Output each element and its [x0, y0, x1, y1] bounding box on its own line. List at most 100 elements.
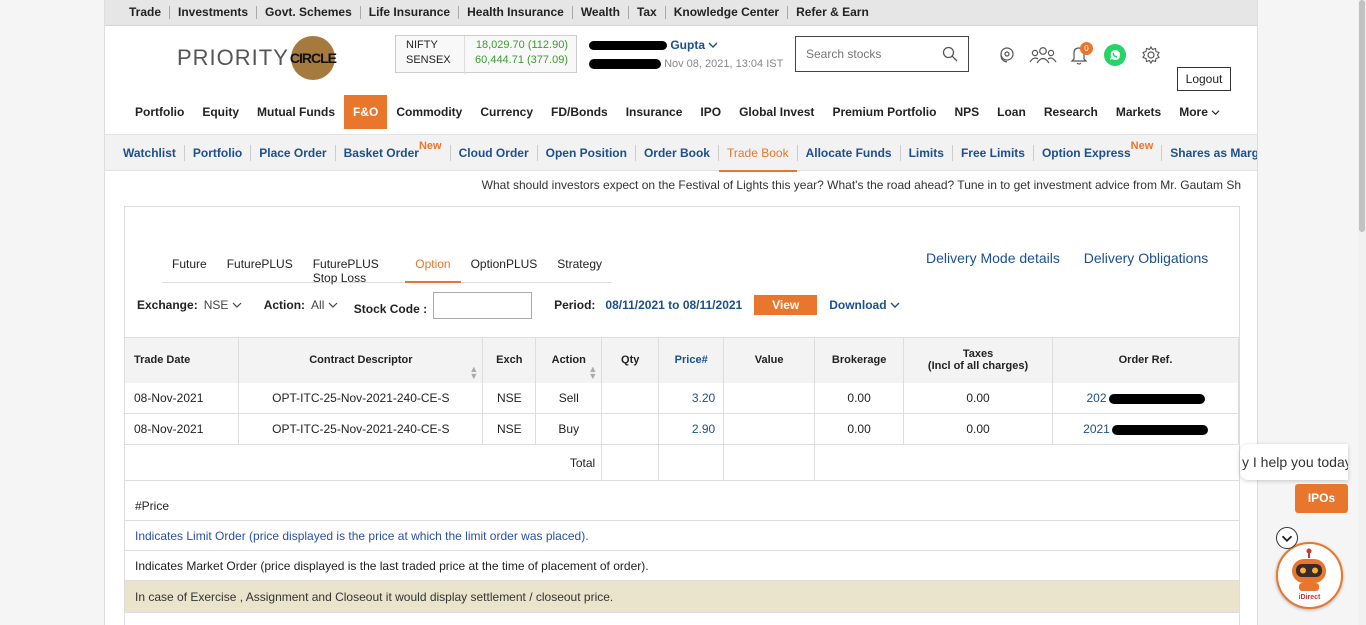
market-order-note: Indicates Market Order (price displayed …: [125, 551, 1239, 581]
stock-code-input[interactable]: [433, 291, 533, 319]
tab-optionplus[interactable]: OptionPLUS: [461, 257, 548, 283]
chevron-down-icon: [890, 302, 900, 308]
page-scrollbar[interactable]: [1358, 0, 1366, 625]
tab-strategy[interactable]: Strategy: [547, 257, 612, 283]
table-row: 08-Nov-2021 OPT-ITC-25-Nov-2021-240-CE-S…: [125, 382, 1239, 414]
col-order-ref[interactable]: Order Ref.: [1052, 337, 1239, 383]
col-taxes[interactable]: Taxes (Incl of all charges): [903, 337, 1054, 383]
product-tabs: Future FuturePLUS FuturePLUS Stop Loss O…: [162, 257, 612, 285]
nav-nps[interactable]: NPS: [945, 95, 988, 129]
sort-icon[interactable]: ▲ ▼: [588, 364, 597, 380]
nav-loan[interactable]: Loan: [988, 95, 1035, 129]
subnav-cloud-order[interactable]: Cloud Order: [451, 144, 538, 161]
gear-icon[interactable]: [1133, 42, 1169, 68]
topnav-govt-schemes[interactable]: Govt. Schemes: [257, 6, 361, 19]
subnav-allocate-funds[interactable]: Allocate Funds: [798, 144, 901, 161]
topnav-knowledge-center[interactable]: Knowledge Center: [666, 6, 789, 19]
subnav-option-express[interactable]: Option ExpressNew: [1034, 140, 1163, 161]
user-menu[interactable]: Gupta Nov 08, 2021, 13:04 IST: [589, 38, 783, 70]
price-note: #Price: [125, 491, 1239, 521]
header: PRIORITY CIRCLE NIFTY 18,029.70 (112.90)…: [105, 26, 1257, 91]
cell-brokerage: 0.00: [814, 413, 905, 445]
col-trade-date[interactable]: Trade Date: [125, 337, 240, 383]
topnav-life-insurance[interactable]: Life Insurance: [361, 6, 460, 19]
subnav-place-order[interactable]: Place Order: [251, 144, 336, 161]
nav-research[interactable]: Research: [1035, 95, 1107, 129]
notification-badge: 0: [1080, 42, 1093, 55]
logo[interactable]: PRIORITY CIRCLE: [177, 36, 337, 80]
subnav-order-book[interactable]: Order Book: [636, 144, 719, 161]
nav-premium-portfolio[interactable]: Premium Portfolio: [823, 95, 945, 129]
nav-currency[interactable]: Currency: [471, 95, 542, 129]
topnav-health-insurance[interactable]: Health Insurance: [459, 6, 573, 19]
nav-mutual-funds[interactable]: Mutual Funds: [248, 95, 344, 129]
nav-more[interactable]: More: [1170, 95, 1229, 129]
exchange-select[interactable]: NSE: [204, 298, 242, 312]
topnav-refer-earn[interactable]: Refer & Earn: [788, 6, 877, 19]
redacted-ref: [1111, 424, 1208, 435]
search-icon[interactable]: [942, 46, 958, 62]
delivery-obligations-link[interactable]: Delivery Obligations: [1084, 250, 1209, 266]
news-ticker[interactable]: What should investors expect on the Fest…: [482, 178, 1241, 192]
community-icon[interactable]: [1025, 42, 1061, 68]
market-indices: NIFTY 18,029.70 (112.90) SENSEX 60,444.7…: [395, 35, 577, 74]
topnav-investments[interactable]: Investments: [170, 6, 258, 19]
topnav-wealth[interactable]: Wealth: [573, 6, 629, 19]
cell-taxes: 0.00: [903, 413, 1054, 445]
period-value[interactable]: 08/11/2021 to 08/11/2021: [605, 298, 742, 312]
exercise-note: In case of Exercise , Assignment and Clo…: [125, 581, 1239, 613]
nav-markets[interactable]: Markets: [1107, 95, 1170, 129]
cell-order-ref[interactable]: 2021: [1052, 413, 1239, 445]
subnav-open-position[interactable]: Open Position: [538, 144, 636, 161]
cell-qty: [601, 413, 660, 445]
subnav-trade-book[interactable]: Trade Book: [718, 144, 798, 172]
chat-collapse-button[interactable]: [1276, 527, 1298, 549]
bell-icon[interactable]: 0: [1061, 42, 1097, 68]
cell-order-ref[interactable]: 202: [1052, 382, 1239, 414]
cell-action: Sell: [535, 382, 603, 414]
col-price[interactable]: Price#: [658, 337, 725, 383]
col-value[interactable]: Value: [723, 337, 816, 383]
nav-fno[interactable]: F&O: [344, 95, 388, 129]
logout-button[interactable]: Logout: [1177, 67, 1231, 91]
whatsapp-icon[interactable]: [1097, 42, 1133, 68]
tab-option[interactable]: Option: [405, 257, 461, 283]
subnav-portfolio[interactable]: Portfolio: [185, 144, 252, 161]
redacted-info: [589, 59, 661, 70]
col-exch[interactable]: Exch: [482, 337, 537, 383]
search-input[interactable]: [796, 37, 936, 71]
subnav-limits[interactable]: Limits: [901, 144, 953, 161]
col-action[interactable]: Action ▲ ▼: [535, 337, 603, 383]
tab-futureplus-stop-loss[interactable]: FuturePLUS Stop Loss: [303, 257, 406, 285]
subnav-shares-as-margin[interactable]: Shares as Margin: [1162, 145, 1257, 161]
tab-futureplus[interactable]: FuturePLUS: [217, 257, 303, 283]
subnav-free-limits[interactable]: Free Limits: [953, 144, 1034, 161]
view-button[interactable]: View: [754, 295, 818, 315]
nav-ipo[interactable]: IPO: [691, 95, 730, 129]
total-label: Total: [535, 444, 603, 481]
col-qty[interactable]: Qty: [601, 337, 660, 383]
chatbot-launcher[interactable]: iDirect: [1276, 542, 1343, 609]
download-button[interactable]: Download: [829, 298, 900, 312]
nav-global-invest[interactable]: Global Invest: [730, 95, 823, 129]
redacted-ref: [1108, 393, 1205, 404]
sort-icon[interactable]: ▲ ▼: [469, 364, 478, 380]
chat-bubble[interactable]: y I help you today: [1240, 444, 1348, 480]
tab-future[interactable]: Future: [162, 257, 217, 283]
col-contract-descriptor[interactable]: Contract Descriptor ▲ ▼: [238, 337, 484, 383]
col-brokerage[interactable]: Brokerage: [814, 337, 905, 383]
action-select[interactable]: All: [311, 298, 338, 312]
nav-insurance[interactable]: Insurance: [617, 95, 692, 129]
nav-fd-bonds[interactable]: FD/Bonds: [542, 95, 617, 129]
nav-equity[interactable]: Equity: [193, 95, 248, 129]
subnav-basket-order[interactable]: Basket OrderNew: [336, 140, 451, 161]
support-icon[interactable]: [989, 42, 1025, 68]
nav-commodity[interactable]: Commodity: [387, 95, 471, 129]
nav-portfolio[interactable]: Portfolio: [126, 95, 193, 129]
topnav-trade[interactable]: Trade: [121, 6, 171, 19]
page: Trade Investments Govt. Schemes Life Ins…: [104, 0, 1258, 625]
ipos-button[interactable]: IPOs: [1295, 484, 1348, 513]
topnav-tax[interactable]: Tax: [629, 6, 666, 19]
subnav-watchlist[interactable]: Watchlist: [115, 144, 185, 161]
delivery-mode-details-link[interactable]: Delivery Mode details: [926, 250, 1060, 266]
